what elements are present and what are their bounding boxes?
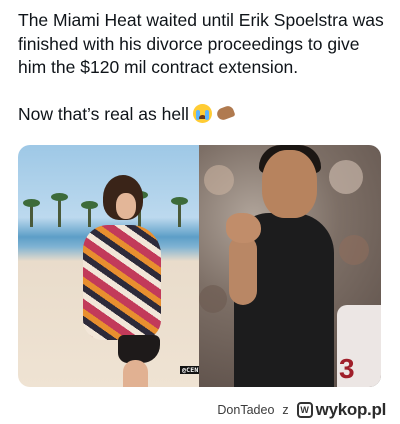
woman-figure [68, 175, 163, 387]
post-line-2: Now that’s real as hell [18, 103, 386, 127]
post-text: The Miami Heat waited until Erik Spoelst… [18, 9, 386, 126]
flexed-biceps-icon [215, 103, 236, 123]
crying-face-icon [192, 103, 212, 123]
wykop-icon: W [296, 402, 313, 418]
post-line-2-text: Now that’s real as hell [18, 103, 189, 124]
wykop-wordmark: wykop.pl [315, 400, 387, 419]
woman-photo: @CENTRNBAMEMES [18, 145, 242, 387]
source-footer: DonTadeo z W wykop.pl [217, 400, 386, 420]
wykop-logo[interactable]: W wykop.pl [296, 400, 387, 420]
author-name[interactable]: DonTadeo [217, 403, 274, 417]
post-image[interactable]: @CENTRNBAMEMES 3 [18, 145, 381, 387]
coach-photo: 3 [199, 145, 381, 387]
footer-connector: z [282, 403, 289, 417]
post-line-1: The Miami Heat waited until Erik Spoelst… [18, 10, 384, 77]
jersey-number: 3 [339, 353, 355, 384]
